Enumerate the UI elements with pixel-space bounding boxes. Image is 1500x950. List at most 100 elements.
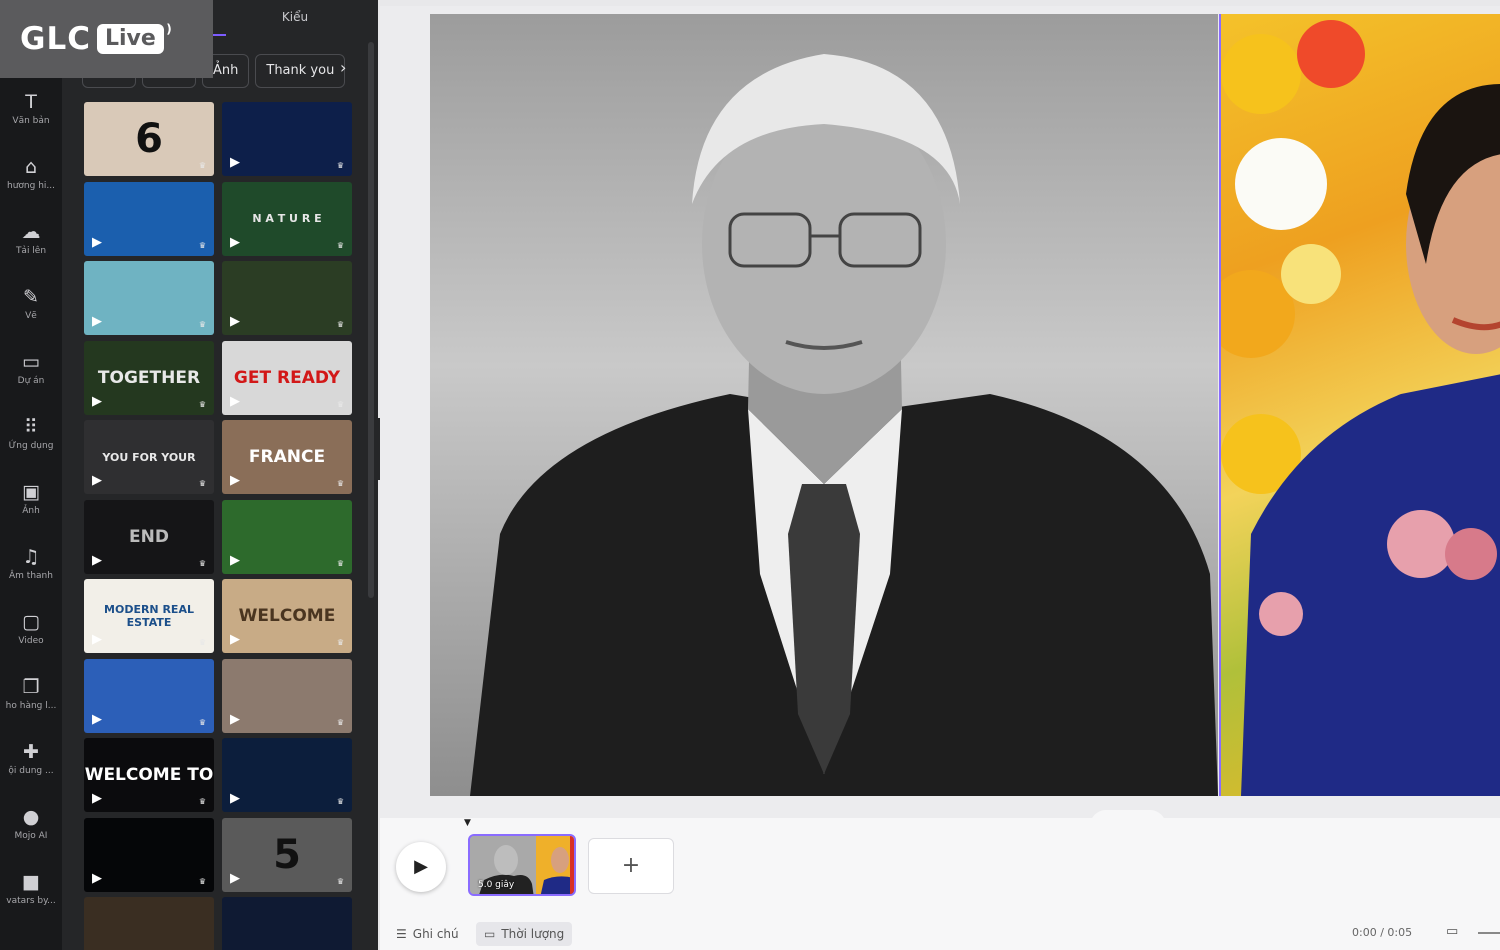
crown-icon: ♛ (336, 320, 344, 329)
rail-item-label: Video (18, 636, 44, 646)
template-caption: N A T U R E (252, 212, 322, 225)
template-thumbnail[interactable]: WELCOME TO ▶ ♛ (84, 738, 214, 812)
video-icon: ▢ (22, 611, 40, 633)
template-thumbnail[interactable]: N A T U R E ▶ ♛ (222, 181, 352, 256)
template-thumbnail[interactable]: ▶♛ (222, 261, 352, 335)
play-icon: ▶ (92, 393, 102, 409)
rail-item-text[interactable]: T Văn bản (0, 90, 62, 150)
template-thumbnail[interactable]: TOGETHER ▶ ♛ (84, 340, 214, 415)
rail-item-label: ho hàng l... (5, 701, 57, 711)
timeline-clip[interactable]: 5.0 giây (468, 834, 576, 896)
notes-label: Ghi chú (412, 927, 459, 941)
template-caption (84, 897, 214, 950)
rail-item-label: hương hi... (7, 181, 55, 191)
crown-icon: ♛ (198, 717, 206, 727)
rail-item-music[interactable]: ♫ Âm thanh (0, 545, 62, 605)
template-thumbnail[interactable]: ▶♛ (222, 102, 352, 176)
template-thumbnail[interactable]: ▶♛ (222, 738, 352, 812)
rail-item-apps[interactable]: ⠿ Ứng dụng (0, 415, 62, 475)
magic-icon: ✚ (23, 741, 39, 763)
fit-screen-icon[interactable]: ▭ (1446, 924, 1458, 939)
template-thumbnail[interactable]: ▶♛ (222, 499, 352, 574)
template-thumbnail[interactable]: MODERN REAL ESTATE ▶ ♛ (84, 579, 214, 653)
rail-item-folder[interactable]: ▭ Dự án (0, 350, 62, 410)
rail-item-video[interactable]: ▢ Video (0, 610, 62, 670)
template-thumbnail[interactable]: ▶♛ (222, 658, 352, 733)
rail-item-avatar[interactable]: ■ vatars by... (0, 870, 62, 930)
rail-item-label: Ảnh (22, 506, 40, 516)
crown-icon: ♛ (198, 399, 206, 409)
zoom-slider[interactable] (1478, 932, 1500, 934)
rail-item-magic[interactable]: ✚ ội dung ... (0, 740, 62, 800)
template-thumbnail[interactable]: WELCOME ▶ ♛ (222, 579, 352, 653)
template-caption (222, 897, 352, 950)
chevron-right-icon[interactable]: › (340, 58, 346, 77)
template-thumbnail[interactable]: ▶♛ (222, 897, 352, 950)
duration-button[interactable]: ▭ Thời lượng (476, 922, 573, 946)
template-thumbnail[interactable]: 5 ▶ ♛ (222, 817, 352, 892)
template-thumbnail[interactable]: GET READY ▶ ♛ (222, 340, 352, 415)
photo-portrait-color[interactable] (1219, 14, 1500, 796)
template-thumbnail[interactable]: ▶♛ (84, 817, 214, 892)
crown-icon: ♛ (198, 797, 206, 806)
rail-item-layers[interactable]: ❐ ho hàng l... (0, 675, 62, 735)
template-thumbnail[interactable]: ▶♛ (84, 897, 214, 950)
playhead-marker-icon[interactable]: ▼ (464, 818, 471, 828)
side-rail: T Văn bản ⌂ hương hi... ☁ Tải lên ✎ Vẽ ▭ Dự án ⠿ Ứn… (0, 78, 62, 950)
rail-item-ai[interactable]: ● Mojo AI (0, 805, 62, 865)
rail-item-draw[interactable]: ✎ Vẽ (0, 285, 62, 345)
brand-icon: ⌂ (24, 156, 38, 178)
layers-icon: ❐ (22, 676, 40, 698)
template-thumbnail[interactable]: FRANCE ▶ ♛ (222, 420, 352, 494)
template-caption: GET READY (233, 367, 341, 388)
template-thumbnail[interactable]: END ▶ ♛ (84, 499, 214, 574)
crown-icon: ♛ (336, 876, 344, 886)
play-icon: ▶ (230, 473, 240, 488)
template-thumbnail[interactable]: 6 ♛ (84, 102, 214, 176)
upload-icon: ☁ (21, 221, 41, 243)
timeline-resize-handle[interactable] (1090, 810, 1166, 826)
crown-icon: ♛ (198, 876, 206, 886)
filter-tag-thank-you[interactable]: Thank you (255, 54, 346, 88)
template-caption (222, 659, 352, 733)
play-icon: ▶ (230, 155, 240, 170)
template-caption: WELCOME (238, 606, 336, 626)
play-icon: ▶ (92, 870, 102, 886)
rail-item-label: Âm thanh (9, 571, 53, 581)
template-caption: 6 (135, 116, 163, 162)
template-thumbnail[interactable]: ▶♛ (84, 261, 214, 335)
photo-portrait-bw[interactable] (430, 14, 1218, 796)
play-icon: ▶ (230, 711, 240, 727)
crown-icon: ♛ (336, 717, 344, 727)
template-thumbnail[interactable]: YOU FOR YOUR ▶ ♛ (84, 420, 214, 494)
crown-icon: ♛ (336, 479, 344, 488)
template-thumbnail[interactable]: ▶♛ (84, 658, 214, 733)
crown-icon: ♛ (198, 320, 206, 329)
rail-item-image[interactable]: ▣ Ảnh (0, 480, 62, 540)
template-caption: YOU FOR YOUR (102, 450, 196, 464)
play-icon: ▶ (92, 711, 102, 727)
template-thumbnail[interactable]: ▶♛ (84, 181, 214, 256)
notes-button[interactable]: ☰ Ghi chú (388, 922, 467, 946)
crown-icon: ♛ (336, 638, 344, 647)
panel-scrollbar[interactable] (368, 42, 374, 598)
rail-item-upload[interactable]: ☁ Tải lên (0, 220, 62, 280)
rail-item-brand[interactable]: ⌂ hương hi... (0, 155, 62, 215)
app-logo: GLC Live) (0, 0, 213, 78)
duration-label: Thời lượng (501, 927, 565, 941)
play-icon: ▶ (92, 234, 102, 250)
play-button[interactable]: ▶ (396, 842, 446, 892)
play-icon: ▶ (92, 552, 102, 568)
play-icon: ▶ (230, 870, 240, 886)
crown-icon: ♛ (336, 558, 344, 568)
template-caption (222, 261, 352, 335)
panel-tab-style[interactable]: Kiểu (212, 10, 378, 34)
crown-icon: ♛ (198, 638, 206, 647)
template-panel: Kiểu Ảnh Thank you › 6 ♛ ▶ ♛ ▶ ♛ N A T U R E ▶ ♛… (62, 0, 378, 950)
rail-item-label: Dự án (17, 376, 45, 386)
template-caption (222, 738, 352, 812)
crown-icon: ♛ (198, 161, 206, 170)
add-page-button[interactable]: + (588, 838, 674, 894)
rail-item-label: ội dung ... (8, 766, 54, 776)
clip-duration: 5.0 giây (478, 880, 515, 890)
